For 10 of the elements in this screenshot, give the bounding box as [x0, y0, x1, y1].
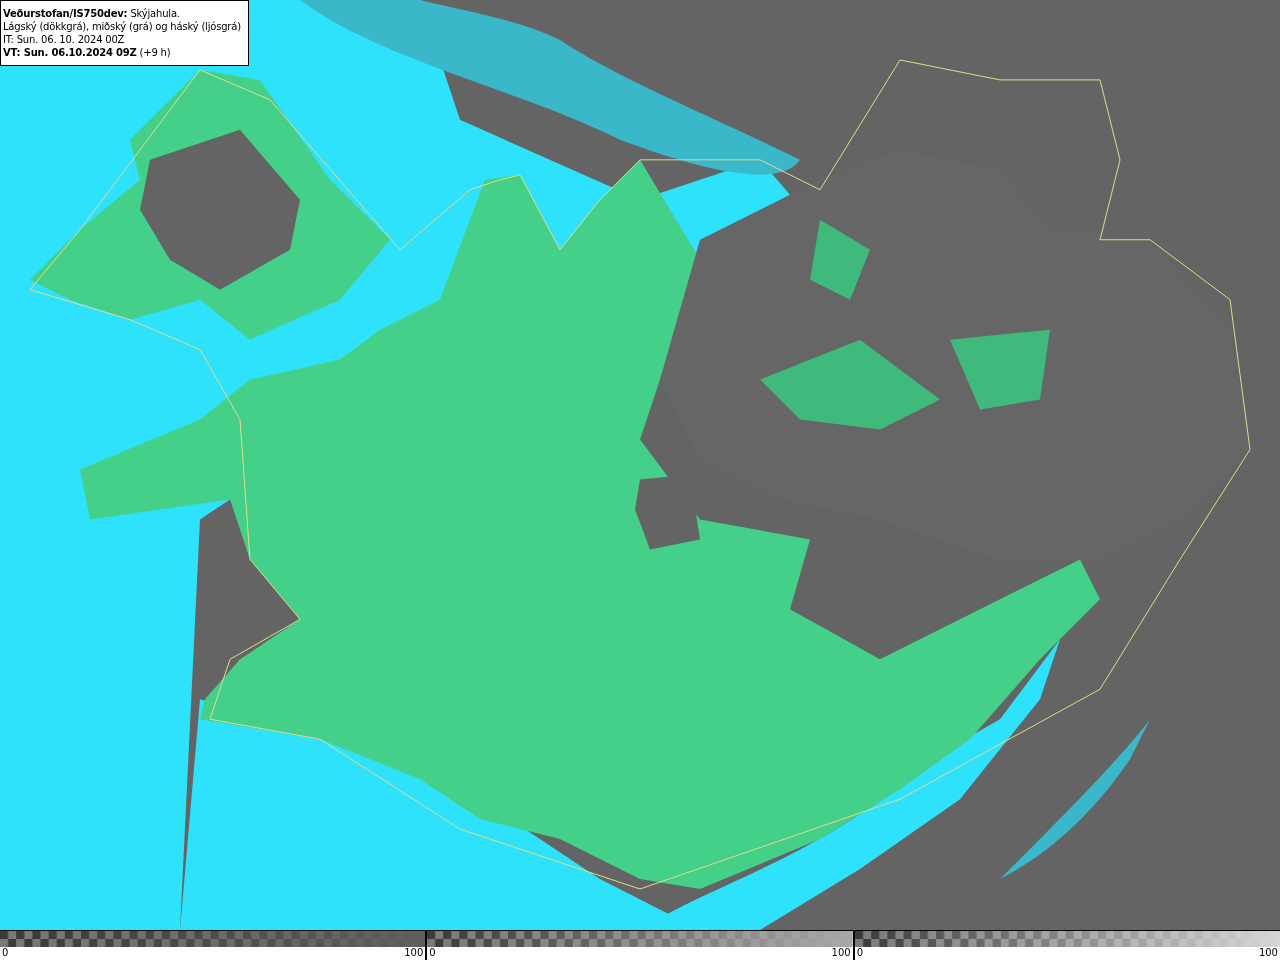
legend-text: Veðurstofan/IS750dev: Skýjahula.: [3, 7, 181, 20]
legend-text: VT: Sun. 06.10.2024 09Z (+9 h): [3, 46, 172, 59]
scale-min-label: 0: [2, 947, 9, 959]
legend-text: IT: Sun. 06. 10. 2024 00Z: [3, 33, 126, 46]
scale-max-label: 100: [1258, 947, 1278, 959]
scale-max-label: 100: [831, 947, 851, 959]
scale-max-label: 100: [404, 947, 424, 959]
scale-min-label: 0: [856, 947, 864, 959]
legend-text: Lágský (dökkgrá), miðský (grá) og háský (ljósgrá): [3, 20, 242, 33]
scale-min-label: 0: [429, 947, 436, 959]
